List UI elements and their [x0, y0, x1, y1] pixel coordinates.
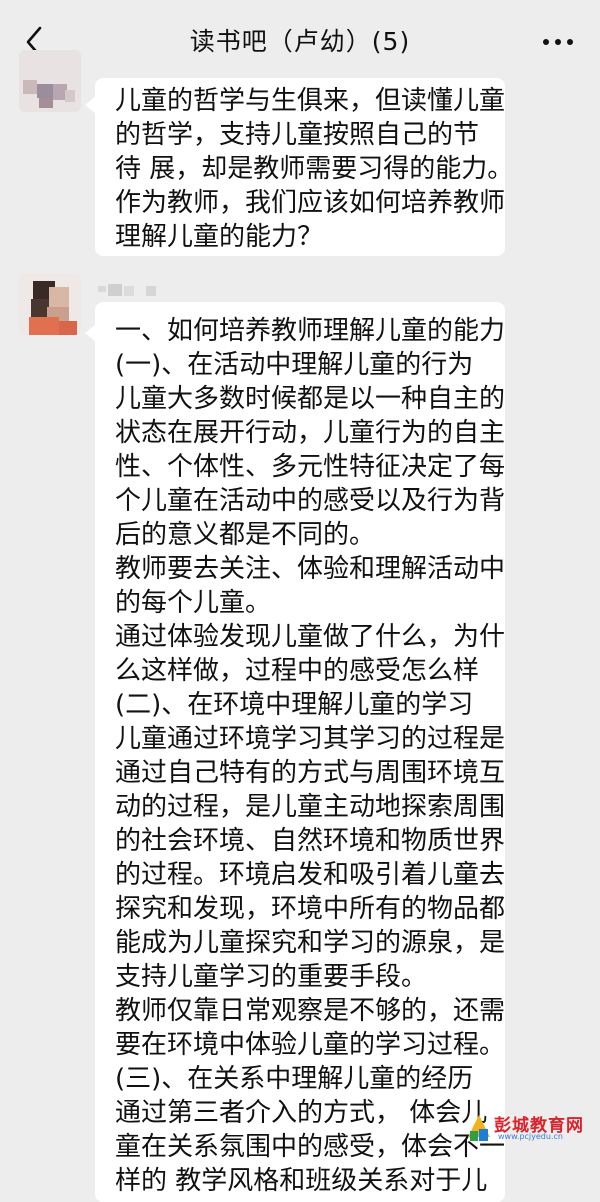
message-text-line: 探究和发现，环境中所有的物品都 — [115, 894, 506, 924]
message-text-line: 样的 教学风格和班级关系对于儿 — [115, 1166, 488, 1196]
blurred-name-icon — [98, 284, 156, 296]
message-text-line: 儿童大多数时候都是以一种自主的 — [115, 384, 506, 414]
message-text-line: (一)、在活动中理解儿童的行为 — [115, 350, 474, 380]
message-text-line: 的过程。环境启发和吸引着儿童去 — [115, 860, 506, 890]
message-text-line: (二)、在环境中理解儿童的学习 — [115, 690, 474, 720]
message-text-line: 么这样做，过程中的感受怎么样 — [115, 656, 480, 686]
message-bubble[interactable]: 儿童的哲学与生俱来，但读懂儿童 的哲学，支持儿童按照自己的节 待 展，却是教师需… — [85, 78, 514, 256]
message-list: 儿童的哲学与生俱来，但读懂儿童 的哲学，支持儿童按照自己的节 待 展，却是教师需… — [0, 0, 600, 1202]
message-text-line: 动的过程，是儿童主动地探索周围 — [115, 792, 506, 822]
sender-name-mosaic — [98, 282, 168, 298]
avatar-mosaic-icon — [19, 50, 81, 112]
message-text-line: (三)、在关系中理解儿童的经历 — [115, 1064, 474, 1094]
message-text-line: 通过体验发现儿童做了什么，为什 — [115, 622, 506, 652]
message-text-line: 支持儿童学习的重要手段。 — [115, 962, 428, 992]
message-text-line: 通过第三者介入的方式， 体会儿 — [115, 1098, 488, 1128]
message-text-line: 个儿童在活动中的感受以及行为背 — [115, 486, 506, 516]
bubble-tail — [85, 96, 96, 114]
message-text-line: 的哲学，支持儿童按照自己的节 — [115, 120, 480, 150]
message-bubble[interactable]: 一、如何培养教师理解儿童的能力 (一)、在活动中理解儿童的行为 儿童大多数时候都… — [85, 302, 506, 1202]
message-text-line: 待 展，却是教师需要习得的能力。 — [115, 154, 514, 184]
message-text-line: 状态在展开行动，儿童行为的自主 — [115, 418, 506, 448]
message-text-line: 作为教师，我们应该如何培养教师 — [115, 188, 506, 218]
message-text-line: 一、如何培养教师理解儿童的能力 — [115, 316, 506, 346]
message-text-line: 教师仅靠日常观察是不够的，还需 — [115, 996, 506, 1026]
message-text-line: 儿童通过环境学习其学习的过程是 — [115, 724, 506, 754]
message-text-line: 要在环境中体验儿童的学习过程。 — [115, 1030, 506, 1060]
message-text-line: 童在关系氛围中的感受，体会不一 — [115, 1132, 506, 1162]
message-text-line: 儿童的哲学与生俱来，但读懂儿童 — [115, 86, 506, 116]
message-text-line: 后的意义都是不同的。 — [115, 520, 376, 550]
watermark-logo-icon — [468, 1115, 490, 1141]
avatar-mosaic-icon — [19, 273, 81, 335]
message-text-line: 的社会环境、自然环境和物质世界 — [115, 826, 506, 856]
sender-avatar[interactable] — [19, 50, 81, 112]
message-text-line: 能成为儿童探究和学习的源泉，是 — [115, 928, 506, 958]
message-text-line: 的每个儿童。 — [115, 588, 272, 618]
message-text-line: 教师要去关注、体验和理解活动中 — [115, 554, 506, 584]
watermark-url: www.pcjyedu.cn — [498, 1132, 563, 1141]
message-text-line: 性、个体性、多元性特征决定了每 — [115, 452, 506, 482]
bubble-tail — [85, 324, 96, 342]
message-text-line: 通过自己特有的方式与周围环境互 — [115, 758, 506, 788]
site-watermark: 彭城教育网 www.pcjyedu.cn — [466, 1111, 583, 1145]
sender-avatar[interactable] — [19, 273, 81, 335]
message-text-line: 理解儿童的能力？ — [115, 222, 324, 252]
